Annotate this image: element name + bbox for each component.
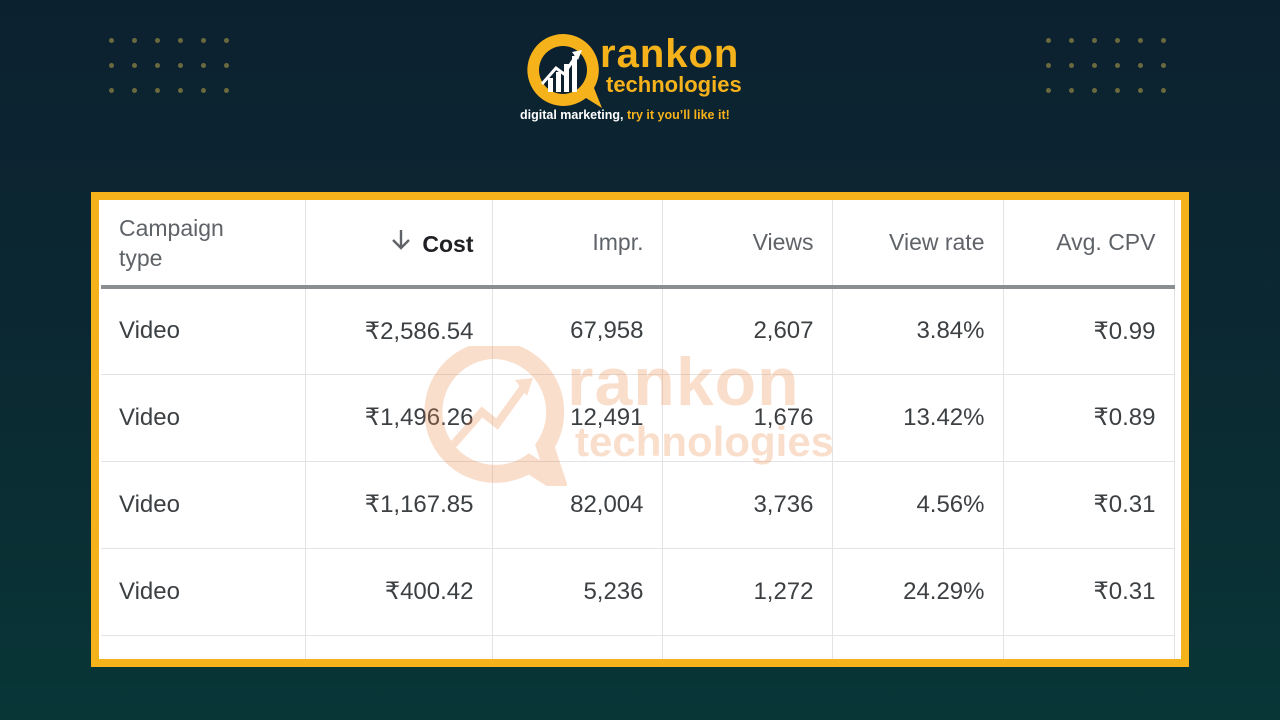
- decorative-dots-left: [109, 38, 247, 93]
- cell-view-rate: 3.84%: [832, 287, 1004, 375]
- cell-avg-cpv: ₹0.31: [1003, 461, 1175, 549]
- brand-name: rankon: [600, 32, 740, 76]
- column-header-label: Views: [752, 229, 814, 255]
- decorative-dots-right: [1046, 38, 1184, 93]
- empty-cell: [832, 635, 1004, 659]
- cell-impressions: 12,491: [492, 374, 663, 462]
- campaign-report-panel: Campaign type Cost Impr. Views View rate…: [99, 200, 1181, 659]
- cell-campaign-type: Video: [101, 548, 306, 636]
- rankon-logo-icon: [527, 34, 602, 108]
- cell-views: 3,736: [662, 461, 833, 549]
- cell-campaign-type: Video: [101, 287, 306, 375]
- empty-cell: [305, 635, 493, 659]
- tagline-part2: try it you’ll like it!: [623, 108, 730, 122]
- table-row[interactable]: Video ₹2,586.54 67,958 2,607 3.84% ₹0.99: [101, 287, 1175, 375]
- cell-views: 2,607: [662, 287, 833, 375]
- cell-cost: ₹1,167.85: [305, 461, 493, 549]
- cell-view-rate: 13.42%: [832, 374, 1004, 462]
- table-header-row: Campaign type Cost Impr. Views View rate…: [101, 200, 1175, 289]
- column-header-views[interactable]: Views: [662, 200, 833, 289]
- column-header-avg-cpv[interactable]: Avg. CPV: [1003, 200, 1175, 289]
- empty-cell: [1003, 635, 1175, 659]
- empty-cell: [492, 635, 663, 659]
- column-header-view-rate[interactable]: View rate: [832, 200, 1004, 289]
- table-row[interactable]: Video ₹1,496.26 12,491 1,676 13.42% ₹0.8…: [101, 374, 1175, 462]
- cell-campaign-type: Video: [101, 461, 306, 549]
- tagline-part1: digital marketing,: [520, 108, 624, 122]
- table-row[interactable]: Video ₹1,167.85 82,004 3,736 4.56% ₹0.31: [101, 461, 1175, 549]
- table-frame: Campaign type Cost Impr. Views View rate…: [91, 192, 1189, 667]
- column-header-label: Campaign type: [119, 214, 224, 271]
- cell-cost: ₹1,496.26: [305, 374, 493, 462]
- column-header-label: Avg. CPV: [1056, 229, 1156, 255]
- brand-logo: rankon technologies digital marketing, t…: [520, 28, 765, 128]
- cell-cost: ₹400.42: [305, 548, 493, 636]
- cell-views: 1,676: [662, 374, 833, 462]
- cell-avg-cpv: ₹0.89: [1003, 374, 1175, 462]
- empty-cell: [101, 635, 306, 659]
- brand-tagline: digital marketing, try it you’ll like it…: [520, 108, 780, 122]
- column-header-label: Cost: [422, 230, 474, 257]
- cell-impressions: 67,958: [492, 287, 663, 375]
- cell-view-rate: 4.56%: [832, 461, 1004, 549]
- cell-campaign-type: Video: [101, 374, 306, 462]
- cell-view-rate: 24.29%: [832, 548, 1004, 636]
- brand-subname: technologies: [606, 72, 742, 97]
- cell-cost: ₹2,586.54: [305, 287, 493, 375]
- cell-avg-cpv: ₹0.31: [1003, 548, 1175, 636]
- column-header-label: View rate: [889, 229, 985, 255]
- column-header-label: Impr.: [592, 229, 644, 255]
- empty-cell: [662, 635, 833, 659]
- cell-impressions: 82,004: [492, 461, 663, 549]
- campaign-table: Campaign type Cost Impr. Views View rate…: [101, 200, 1175, 659]
- cell-views: 1,272: [662, 548, 833, 636]
- arrow-down-icon: [390, 228, 412, 258]
- table-row-empty: [101, 635, 1175, 659]
- column-header-campaign-type[interactable]: Campaign type: [101, 200, 306, 289]
- table-row[interactable]: Video ₹400.42 5,236 1,272 24.29% ₹0.31: [101, 548, 1175, 636]
- cell-impressions: 5,236: [492, 548, 663, 636]
- column-header-impressions[interactable]: Impr.: [492, 200, 663, 289]
- cell-avg-cpv: ₹0.99: [1003, 287, 1175, 375]
- column-header-cost[interactable]: Cost: [305, 200, 493, 289]
